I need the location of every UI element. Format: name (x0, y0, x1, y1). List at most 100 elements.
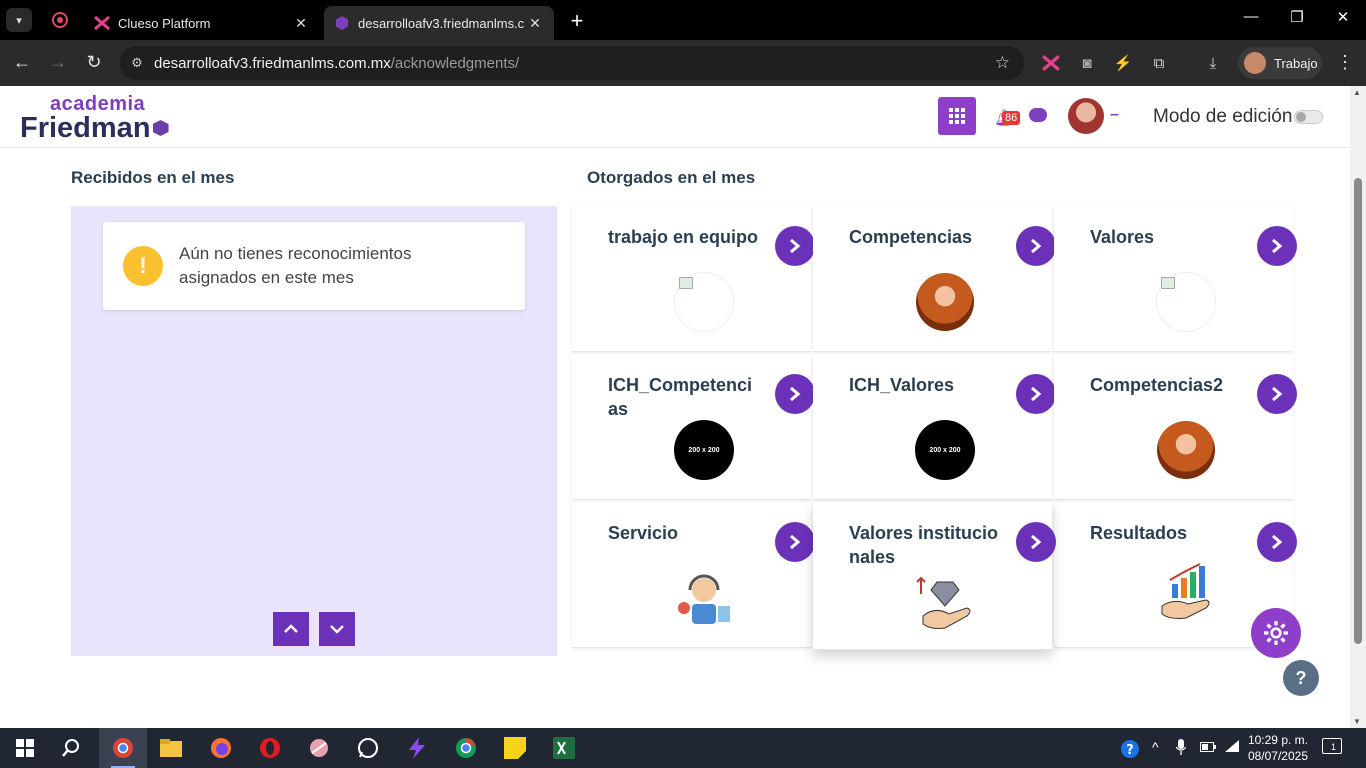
browser-tab-clueso[interactable]: Clueso Platform ✕ (84, 6, 320, 40)
card-title: ICH_Valores (849, 375, 955, 395)
web-page: academia Friedman 🔔︎ 86 – Modo de edició… (0, 86, 1366, 728)
bolt-extension-icon[interactable]: ⚡ (1112, 52, 1134, 74)
chevron-up-icon[interactable]: ^ (1152, 739, 1159, 755)
user-menu-toggle[interactable]: – (1110, 106, 1119, 124)
recognition-card[interactable]: trabajo en equipo (572, 206, 815, 352)
minimize-icon[interactable]: — (1236, 8, 1266, 25)
address-bar[interactable]: ⚙ desarrolloafv3.friedmanlms.com.mx/ackn… (120, 46, 1024, 80)
recognition-card[interactable]: Competencias (813, 206, 1056, 352)
tab-search-button[interactable]: ▾ (6, 8, 32, 32)
scroll-up-arrow-icon[interactable]: ▲ (1353, 88, 1361, 97)
scrollbar-thumb[interactable] (1354, 178, 1362, 644)
opera-icon[interactable] (257, 736, 283, 760)
battery-icon[interactable] (1200, 739, 1216, 755)
close-tab-icon[interactable]: ✕ (290, 15, 312, 32)
window-close-icon[interactable]: ✕ (1328, 8, 1358, 26)
card-title: Competencias (849, 227, 973, 247)
logo-top-text: academia (50, 93, 146, 115)
site-info-icon[interactable]: ⚙ (120, 55, 154, 71)
card-open-button[interactable] (1257, 522, 1297, 562)
help-button[interactable]: ? (1283, 660, 1319, 696)
scroll-up-button[interactable] (273, 612, 309, 646)
chrome-icon[interactable] (453, 736, 479, 760)
academia-friedman-logo[interactable]: academia Friedman (20, 93, 169, 144)
broken-image-icon (674, 272, 734, 332)
browser-tab-friedman[interactable]: desarrolloafv3.friedmanlms.com ✕ (324, 6, 554, 40)
card-open-button[interactable] (1257, 374, 1297, 414)
recognition-card[interactable]: Servicio (572, 502, 815, 648)
card-title: trabajo en equipo (608, 227, 759, 247)
chevron-right-icon (790, 534, 801, 550)
sticky-notes-icon[interactable] (502, 736, 528, 760)
edit-mode-toggle[interactable] (1294, 110, 1323, 124)
card-title: Valores institucionales (849, 523, 999, 567)
card-open-button[interactable] (1016, 226, 1056, 266)
chrome-profile-icon[interactable] (110, 736, 136, 760)
snipping-tool-icon[interactable] (306, 736, 332, 760)
empty-state-message: Aún no tienes reconocimientos asignados … (179, 244, 412, 287)
restore-icon[interactable]: ❐ (1282, 8, 1312, 26)
notification-count-badge: 86 (1002, 111, 1021, 125)
recognition-card[interactable]: Valores (1054, 206, 1297, 352)
bookmark-star-icon[interactable]: ☆ (995, 53, 1010, 73)
download-icon[interactable]: ⤓ (1202, 52, 1224, 74)
microphone-icon[interactable] (1175, 739, 1187, 758)
browser-menu-icon[interactable]: ⋮ (1336, 52, 1354, 73)
settings-gear-button[interactable] (1251, 608, 1301, 658)
clueso-favicon-icon (94, 15, 110, 31)
browser-tab-bar: ▾ Clueso Platform ✕ desarrolloafv3.fried… (0, 0, 1366, 40)
placeholder-image: 200 x 200 (915, 420, 975, 480)
reload-icon[interactable]: ↻ (82, 52, 106, 73)
recording-icon[interactable] (52, 12, 68, 28)
back-icon[interactable]: ← (10, 52, 34, 73)
page-scrollbar[interactable]: ▲ ▼ (1350, 86, 1366, 728)
recognition-card[interactable]: ICH_Competencias 200 x 200 (572, 354, 815, 500)
firefox-icon[interactable] (208, 736, 234, 760)
card-open-button[interactable] (1016, 522, 1056, 562)
extensions-puzzle-icon[interactable]: ⧉ (1148, 52, 1170, 74)
friedman-favicon-icon (334, 15, 350, 31)
logo-bottom-text: Friedman (20, 112, 151, 144)
notification-center-count: 1 (1331, 742, 1337, 752)
profile-avatar (1244, 52, 1266, 74)
card-open-button[interactable] (1016, 374, 1056, 414)
card-open-button[interactable] (775, 374, 815, 414)
chevron-right-icon (1272, 386, 1283, 402)
customer-service-icon (674, 568, 734, 628)
apps-grid-button[interactable] (938, 97, 976, 135)
user-avatar[interactable] (1068, 98, 1104, 134)
chevron-right-icon (1031, 238, 1042, 254)
windows-start-icon[interactable] (12, 736, 38, 760)
profile-button[interactable]: Trabajo (1238, 47, 1322, 79)
recognition-card[interactable]: Competencias2 (1054, 354, 1297, 500)
recognition-card[interactable]: Valores institucionales (813, 502, 1056, 650)
card-open-button[interactable] (775, 522, 815, 562)
card-title: ICH_Competencias (608, 375, 753, 419)
chevron-right-icon (1272, 238, 1283, 254)
search-icon[interactable] (58, 736, 84, 760)
excel-icon[interactable] (551, 736, 577, 760)
chat-icon[interactable] (1029, 108, 1047, 122)
close-tab-icon[interactable]: ✕ (524, 15, 546, 32)
profile-label: Trabajo (1274, 55, 1318, 71)
gear-icon (1264, 621, 1288, 645)
broken-image-icon (1156, 272, 1216, 332)
card-title: Servicio (608, 523, 679, 543)
recognition-card[interactable]: ICH_Valores 200 x 200 (813, 354, 1056, 500)
forward-icon[interactable]: → (46, 52, 70, 73)
award-medal-icon (915, 272, 975, 332)
file-explorer-icon[interactable] (158, 736, 184, 760)
clueso-extension-icon[interactable] (1040, 52, 1062, 74)
help-tray-icon[interactable]: ? (1120, 739, 1140, 762)
card-title: Resultados (1090, 523, 1188, 543)
new-tab-icon[interactable]: + (566, 8, 588, 34)
whatsapp-icon[interactable] (355, 736, 381, 760)
bolt-app-icon[interactable] (404, 736, 430, 760)
placeholder-image: 200 x 200 (674, 420, 734, 480)
scroll-down-arrow-icon[interactable]: ▼ (1353, 717, 1361, 726)
card-open-button[interactable] (1257, 226, 1297, 266)
card-open-button[interactable] (775, 226, 815, 266)
scroll-down-button[interactable] (319, 612, 355, 646)
camera-extension-icon[interactable]: ◙ (1076, 52, 1098, 74)
system-clock[interactable]: 10:29 p. m. 08/07/2025 (1238, 732, 1308, 764)
